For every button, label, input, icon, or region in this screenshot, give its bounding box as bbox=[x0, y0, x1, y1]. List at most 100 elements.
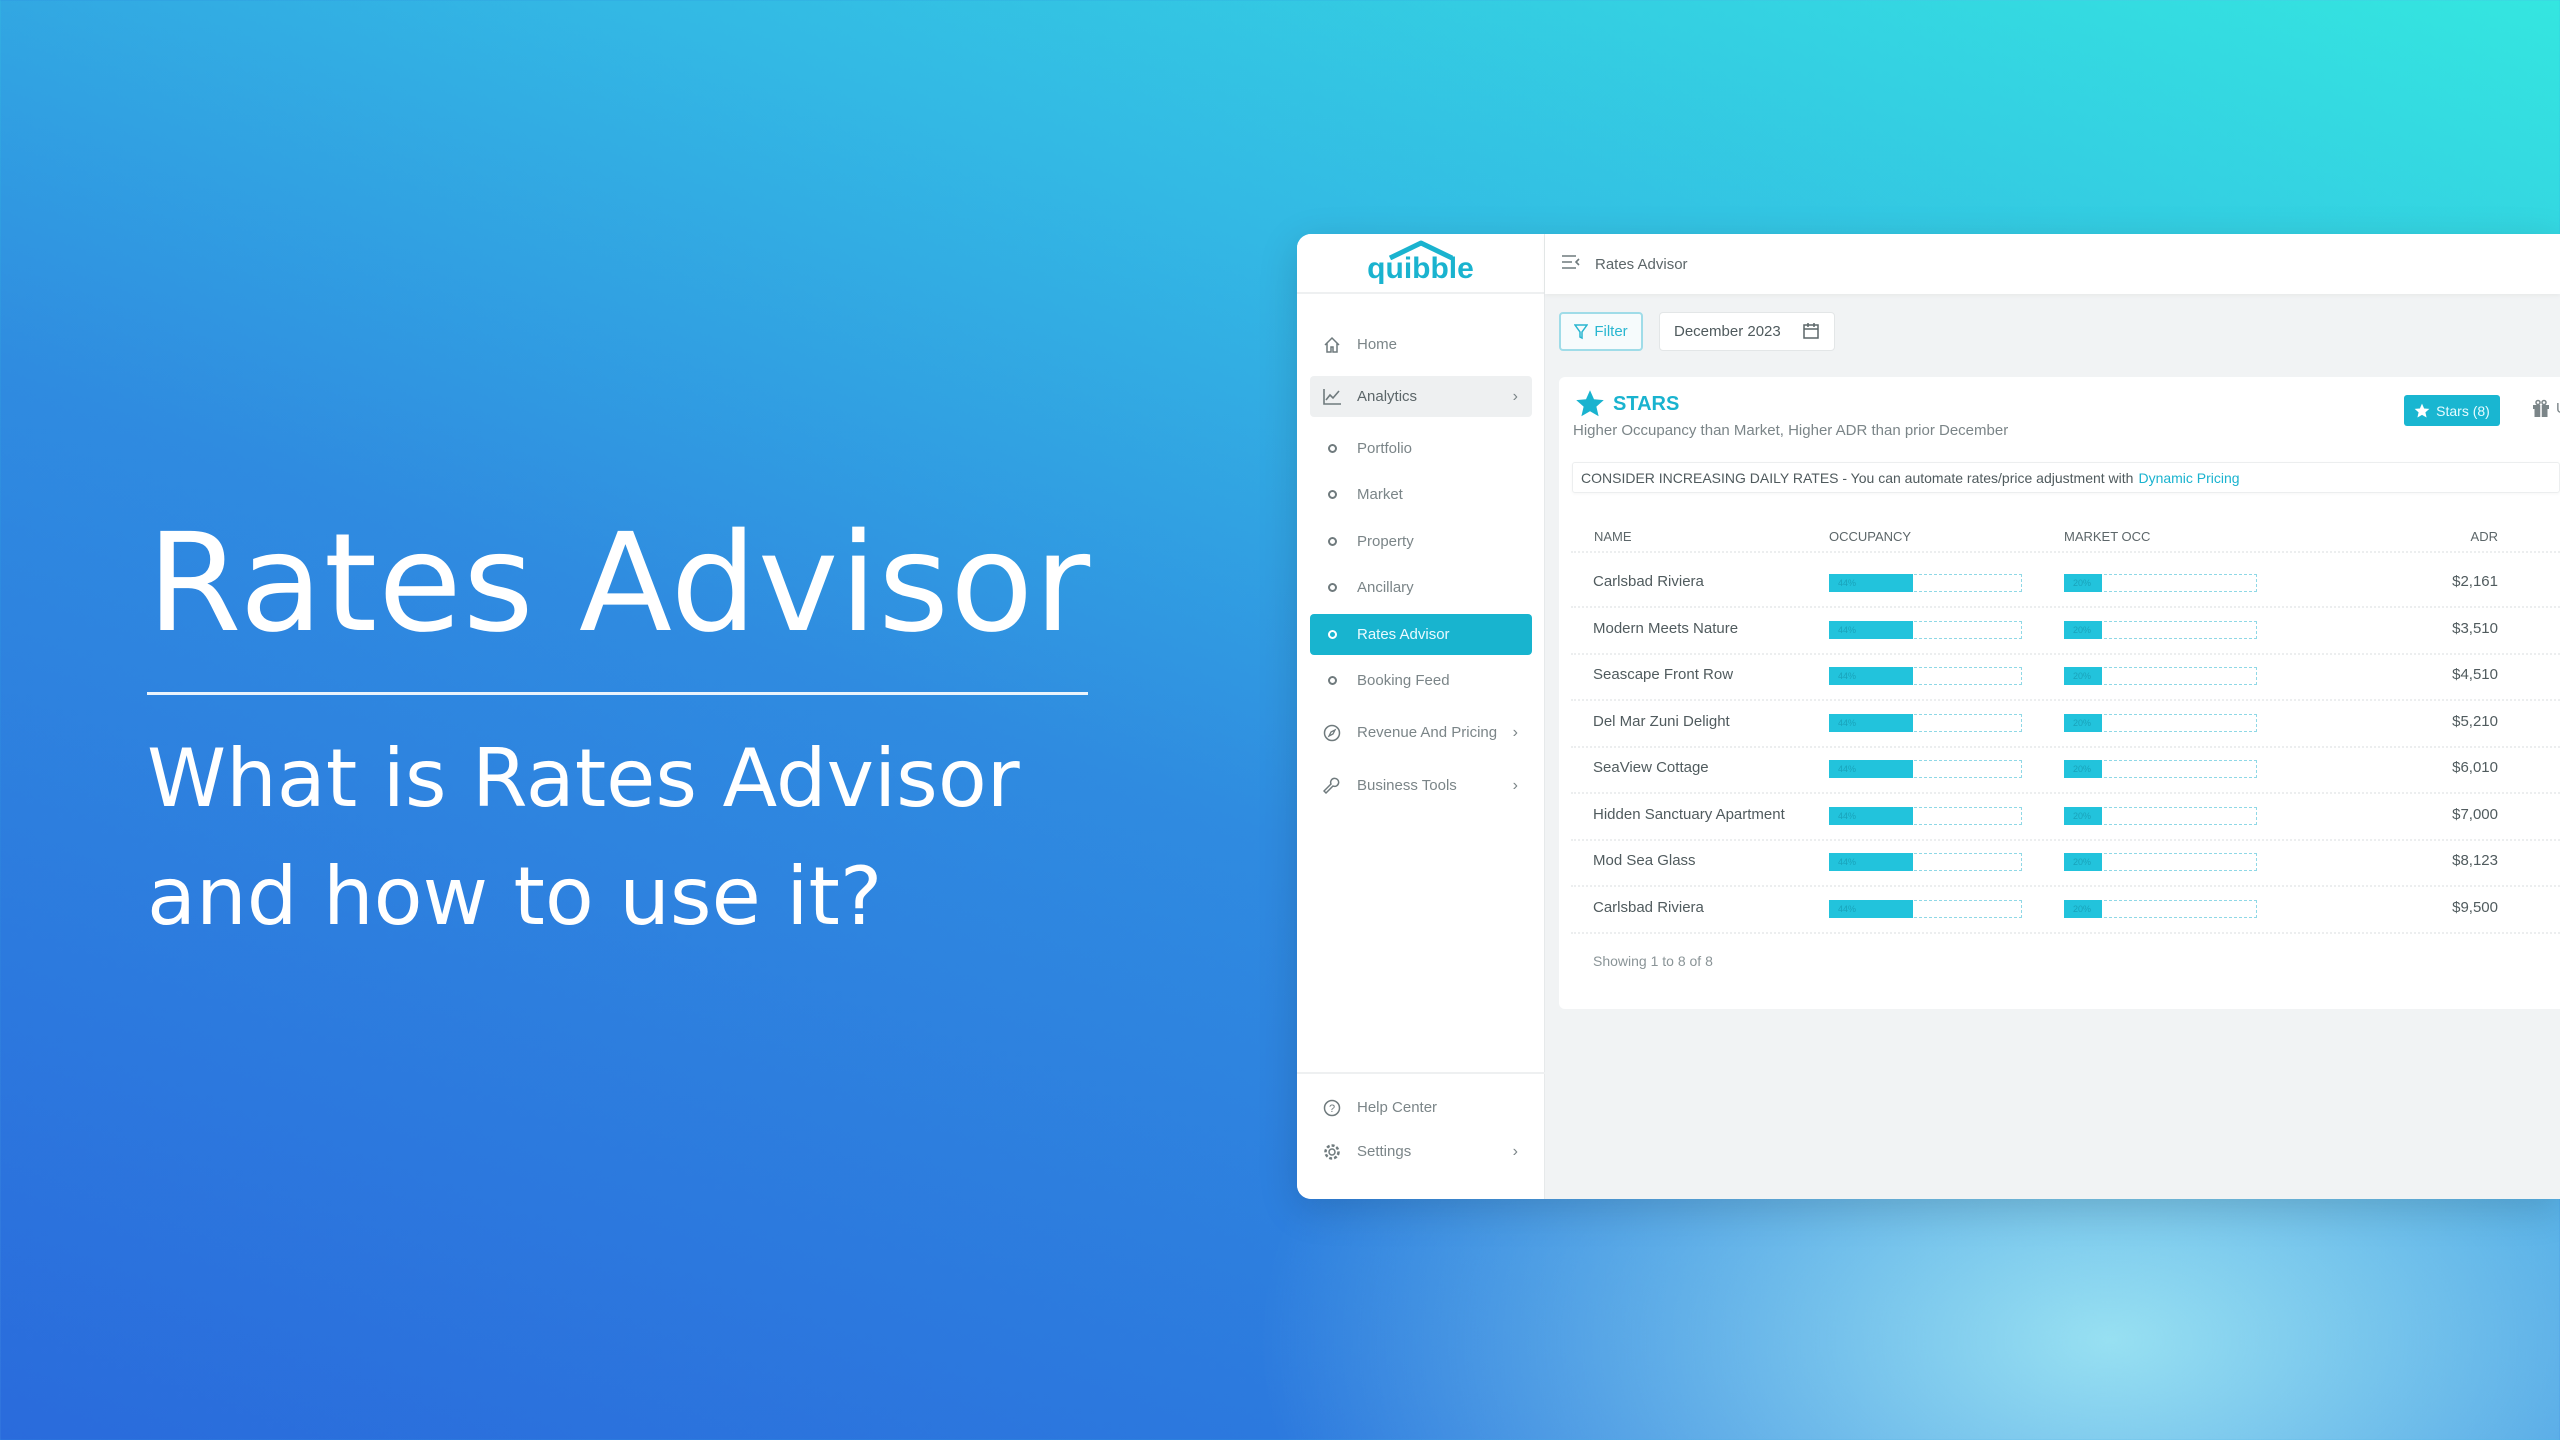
table-row[interactable]: Carlsbad Riviera 44% 20% $2,161 bbox=[1571, 560, 2560, 606]
occupancy-bar: 44% bbox=[1829, 853, 2022, 871]
sidebar-item-label: Help Center bbox=[1357, 1099, 1438, 1116]
table-row[interactable]: Modern Meets Nature 44% 20% $3,510 bbox=[1571, 607, 2560, 653]
help-icon: ? bbox=[1321, 1097, 1343, 1119]
star-icon bbox=[1576, 390, 1604, 417]
hero-subtitle: What is Rates Advisor and how to use it? bbox=[147, 720, 1247, 956]
market-occ-percent: 20% bbox=[2073, 810, 2092, 821]
app-window: quibble Home Analytics › Portfolio Market Pro… bbox=[1297, 234, 2560, 1199]
sidebar-item-property[interactable]: Property bbox=[1310, 521, 1532, 562]
occupancy-bar: 44% bbox=[1829, 806, 2022, 825]
occupancy-bar: 44% bbox=[1829, 667, 2022, 685]
sidebar-item-rates-advisor[interactable]: Rates Advisor bbox=[1310, 614, 1532, 655]
dynamic-pricing-link[interactable]: Dynamic Pricing bbox=[2138, 470, 2239, 486]
column-header-occupancy[interactable]: OCCUPANCY bbox=[1829, 529, 1911, 544]
next-tab-label: U bbox=[2556, 400, 2560, 417]
sidebar-item-label: Rates Advisor bbox=[1357, 626, 1450, 643]
market-occ-bar: 20% bbox=[2064, 853, 2257, 871]
market-occ-bar: 20% bbox=[2064, 574, 2257, 592]
market-occ-bar: 20% bbox=[2064, 620, 2257, 639]
market-occ-percent: 20% bbox=[2073, 578, 2092, 588]
sidebar-item-label: Market bbox=[1357, 486, 1403, 503]
stars-subtitle: Higher Occupancy than Market, Higher ADR… bbox=[1573, 422, 2009, 439]
sidebar-item-home[interactable]: Home bbox=[1310, 324, 1532, 365]
table-row[interactable]: SeaView Cottage 44% 20% $6,010 bbox=[1571, 746, 2560, 792]
hero-subtitle-line1: What is Rates Advisor bbox=[147, 732, 1020, 825]
chevron-right-icon: › bbox=[1512, 1142, 1518, 1160]
market-occ-bar: 20% bbox=[2064, 667, 2257, 685]
occupancy-bar: 44% bbox=[1829, 620, 2022, 639]
hero-title: Rates Advisor bbox=[147, 505, 1092, 663]
market-occ-bar: 20% bbox=[2064, 806, 2257, 825]
sidebar-item-label: Home bbox=[1357, 336, 1398, 353]
occupancy-percent: 44% bbox=[1838, 903, 1857, 914]
sidebar-item-settings[interactable]: Settings › bbox=[1310, 1131, 1532, 1172]
sidebar-divider bbox=[1297, 1072, 1545, 1074]
notice-text: CONSIDER INCREASING DAILY RATES - You ca… bbox=[1581, 469, 2134, 486]
compass-icon bbox=[1321, 722, 1343, 744]
market-occ-percent: 20% bbox=[2073, 671, 2092, 681]
circle-bullet-icon bbox=[1321, 438, 1343, 460]
table-row[interactable]: Del Mar Zuni Delight 44% 20% $5,210 bbox=[1571, 700, 2560, 746]
stars-panel: STARS Higher Occupancy than Market, High… bbox=[1559, 377, 2560, 1009]
gift-icon bbox=[2533, 399, 2549, 417]
hero-divider bbox=[147, 692, 1088, 695]
circle-bullet-icon bbox=[1321, 531, 1343, 553]
hero-subtitle-line2: and how to use it? bbox=[147, 850, 883, 943]
property-name: Carlsbad Riviera bbox=[1593, 573, 1704, 590]
star-icon bbox=[2414, 403, 2430, 418]
sidebar-item-label: Portfolio bbox=[1357, 440, 1413, 457]
filter-button[interactable]: Filter bbox=[1559, 312, 1643, 351]
pagination-info: Showing 1 to 8 of 8 bbox=[1593, 953, 1713, 969]
occupancy-percent: 44% bbox=[1838, 764, 1857, 774]
market-occ-percent: 20% bbox=[2073, 903, 2092, 914]
menu-collapse-icon[interactable] bbox=[1561, 254, 1581, 274]
filter-icon bbox=[1574, 323, 1589, 339]
table-row[interactable]: Hidden Sanctuary Apartment 44% 20% $7,00… bbox=[1571, 793, 2560, 839]
sidebar-item-ancillary[interactable]: Ancillary bbox=[1310, 567, 1532, 608]
occupancy-percent: 44% bbox=[1838, 857, 1857, 867]
gear-icon bbox=[1321, 1141, 1343, 1163]
sidebar-item-label: Revenue And Pricing bbox=[1357, 724, 1498, 741]
chevron-right-icon: › bbox=[1512, 723, 1518, 741]
stars-tab-button[interactable]: Stars (8) bbox=[2404, 395, 2500, 426]
adr-value: $8,123 bbox=[2452, 852, 2498, 869]
column-header-market-occ[interactable]: MARKET OCC bbox=[2064, 529, 2150, 544]
column-header-name[interactable]: NAME bbox=[1594, 529, 1632, 544]
property-name: Modern Meets Nature bbox=[1593, 619, 1739, 637]
occupancy-percent: 44% bbox=[1838, 624, 1857, 635]
property-name: Seascape Front Row bbox=[1593, 666, 1734, 683]
property-name: Hidden Sanctuary Apartment bbox=[1593, 805, 1785, 823]
sidebar-item-label: Business Tools bbox=[1357, 777, 1457, 794]
circle-bullet-icon bbox=[1321, 484, 1343, 506]
page-title: Rates Advisor bbox=[1595, 255, 1688, 273]
column-header-adr[interactable]: ADR bbox=[2471, 529, 2498, 544]
occupancy-bar: 44% bbox=[1829, 713, 2022, 732]
adr-value: $6,010 bbox=[2452, 759, 2498, 776]
stars-title: STARS bbox=[1613, 392, 1680, 415]
sidebar-item-business-tools[interactable]: Business Tools › bbox=[1310, 765, 1532, 806]
adr-value: $5,210 bbox=[2452, 712, 2498, 730]
table-row[interactable]: Mod Sea Glass 44% 20% $8,123 bbox=[1571, 839, 2560, 885]
table-row[interactable]: Seascape Front Row 44% 20% $4,510 bbox=[1571, 653, 2560, 699]
sidebar-item-label: Booking Feed bbox=[1357, 672, 1450, 689]
sidebar-item-revenue-and-pricing[interactable]: Revenue And Pricing › bbox=[1310, 712, 1532, 753]
row-divider bbox=[1571, 931, 2560, 934]
sidebar-item-label: Ancillary bbox=[1357, 579, 1414, 596]
top-bar: Rates Advisor bbox=[1545, 234, 2560, 294]
chevron-right-icon: › bbox=[1512, 387, 1518, 405]
sidebar-item-booking-feed[interactable]: Booking Feed bbox=[1310, 660, 1532, 701]
sidebar-item-market[interactable]: Market bbox=[1310, 474, 1532, 515]
sidebar-item-help-center[interactable]: ? Help Center bbox=[1310, 1087, 1532, 1128]
logo[interactable]: quibble bbox=[1297, 234, 1544, 294]
sidebar-item-portfolio[interactable]: Portfolio bbox=[1310, 428, 1532, 469]
adr-value: $7,000 bbox=[2452, 805, 2498, 823]
stars-heading: STARS bbox=[1575, 389, 1679, 419]
sidebar-item-analytics[interactable]: Analytics › bbox=[1310, 376, 1532, 417]
date-picker[interactable]: December 2023 bbox=[1659, 312, 1835, 351]
wrench-icon bbox=[1321, 775, 1343, 797]
occupancy-percent: 44% bbox=[1838, 671, 1857, 681]
row-divider bbox=[1571, 551, 2560, 553]
next-tab-button[interactable]: U bbox=[2532, 399, 2560, 417]
market-occ-bar: 20% bbox=[2064, 760, 2257, 778]
table-row[interactable]: Carlsbad Riviera 44% 20% $9,500 bbox=[1571, 886, 2560, 932]
